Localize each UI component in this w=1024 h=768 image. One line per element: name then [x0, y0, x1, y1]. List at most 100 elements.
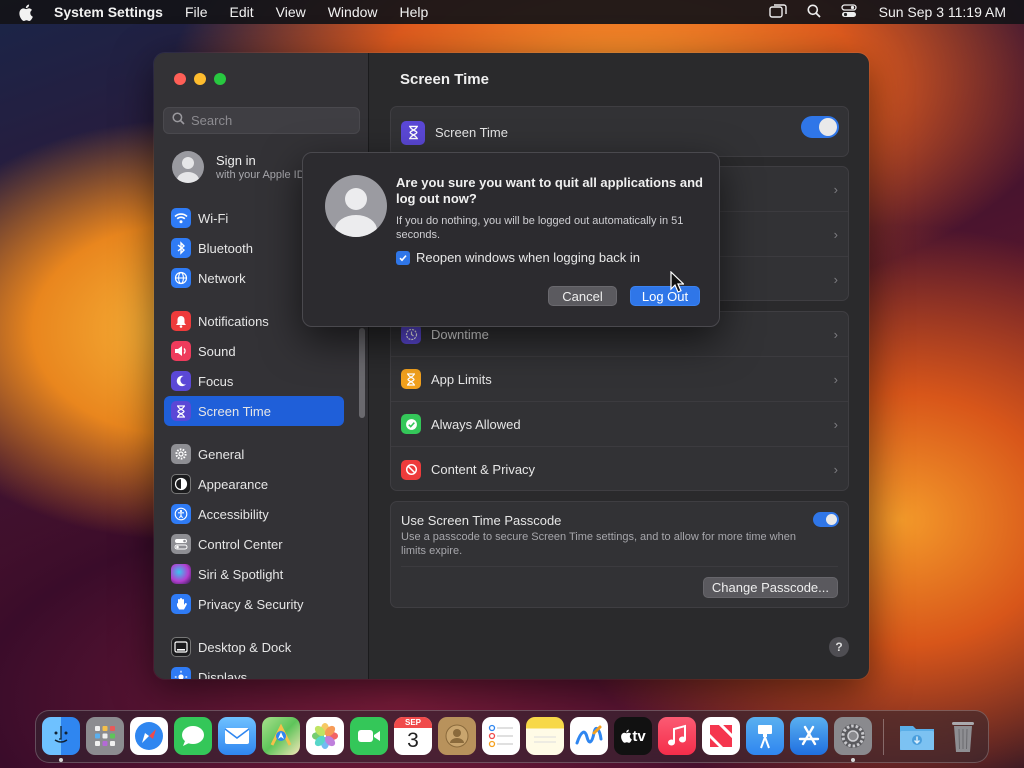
content-pane: Screen Time Screen Time › › › Downtime ›: [369, 53, 869, 679]
switches-icon: [171, 534, 191, 554]
sidebar-item-focus[interactable]: Focus: [164, 366, 344, 396]
app-store-app-icon[interactable]: [790, 717, 828, 755]
running-indicator: [851, 758, 855, 762]
sidebar-scrollbar[interactable]: [359, 328, 365, 418]
sidebar-item-privacy-security[interactable]: Privacy & Security: [164, 589, 344, 619]
sidebar-item-appearance[interactable]: Appearance: [164, 469, 344, 499]
sidebar-group-desktop: Desktop & Dock Displays: [164, 632, 344, 679]
passcode-toggle[interactable]: [813, 512, 839, 527]
photos-app-icon[interactable]: [306, 717, 344, 755]
keynote-app-icon[interactable]: [746, 717, 784, 755]
calendar-app-icon[interactable]: SEP 3: [394, 717, 432, 755]
screen-mirroring-icon[interactable]: [768, 3, 787, 21]
chevron-right-icon: ›: [833, 226, 838, 242]
sidebar-item-accessibility[interactable]: Accessibility: [164, 499, 344, 529]
reminders-app-icon[interactable]: [482, 717, 520, 755]
sidebar-item-screen-time[interactable]: Screen Time: [164, 396, 344, 426]
list-item-content-privacy[interactable]: Content & Privacy ›: [391, 447, 848, 490]
spotlight-search-icon[interactable]: [807, 4, 821, 21]
list-item-always-allowed[interactable]: Always Allowed ›: [391, 402, 848, 447]
system-settings-window: Sign in with your Apple ID Wi-Fi Bluetoo…: [154, 53, 869, 679]
sidebar-item-label: Desktop & Dock: [198, 639, 292, 655]
chevron-right-icon: ›: [833, 462, 838, 477]
list-item-label: App Limits: [431, 371, 492, 387]
globe-icon: [171, 268, 191, 288]
freeform-app-icon[interactable]: [570, 717, 608, 755]
screen-time-label: Screen Time: [435, 125, 508, 140]
messages-app-icon[interactable]: [174, 717, 212, 755]
help-menu[interactable]: Help: [400, 4, 429, 20]
dialog-title: Are you sure you want to quit all applic…: [396, 175, 703, 206]
edit-menu[interactable]: Edit: [230, 4, 254, 20]
contacts-app-icon[interactable]: [438, 717, 476, 755]
chevron-right-icon: ›: [833, 326, 838, 342]
sidebar-group-general: General Appearance Accessibility Control…: [164, 439, 344, 619]
menu-bar-clock[interactable]: Sun Sep 3 11:19 AM: [879, 4, 1006, 20]
screen-time-limits-card: Downtime › App Limits › Always Allowed ›: [390, 311, 849, 491]
sidebar-item-label: Network: [198, 270, 246, 286]
cancel-button[interactable]: Cancel: [548, 286, 617, 306]
menu-bar: System Settings File Edit View Window He…: [0, 0, 1024, 24]
change-passcode-button[interactable]: Change Passcode...: [702, 577, 838, 598]
launchpad-app-icon[interactable]: [86, 717, 124, 755]
sidebar-item-label: Wi-Fi: [198, 210, 229, 226]
calendar-day: 3: [407, 729, 419, 752]
maps-app-icon[interactable]: [262, 717, 300, 755]
list-item-app-limits[interactable]: App Limits ›: [391, 357, 848, 402]
safari-app-icon[interactable]: [130, 717, 168, 755]
tv-label: tv: [632, 727, 646, 745]
downtime-icon: [401, 324, 421, 344]
control-center-icon[interactable]: [840, 3, 857, 21]
downloads-folder-icon[interactable]: [898, 717, 936, 755]
sun-icon: [171, 667, 191, 679]
screen-time-toggle[interactable]: [801, 116, 839, 138]
reopen-windows-checkbox[interactable]: Reopen windows when logging back in: [396, 250, 640, 265]
sidebar-item-control-center[interactable]: Control Center: [164, 529, 344, 559]
log-out-button[interactable]: Log Out: [630, 286, 700, 306]
chevron-right-icon: ›: [833, 272, 838, 287]
close-window-button[interactable]: [174, 73, 186, 85]
sidebar-item-general[interactable]: General: [164, 439, 344, 469]
tv-app-icon[interactable]: tv: [614, 717, 652, 755]
news-app-icon[interactable]: [702, 717, 740, 755]
user-avatar-icon: [325, 175, 387, 237]
sidebar-item-label: Notifications: [198, 313, 269, 329]
dialog-message: If you do nothing, you will be logged ou…: [396, 215, 684, 241]
sidebar-item-desktop-dock[interactable]: Desktop & Dock: [164, 632, 344, 662]
sidebar-item-label: Privacy & Security: [198, 596, 304, 612]
sidebar-item-sound[interactable]: Sound: [164, 336, 344, 366]
siri-icon: [171, 564, 191, 584]
file-menu[interactable]: File: [185, 4, 208, 20]
notes-app-icon[interactable]: [526, 717, 564, 755]
music-app-icon[interactable]: [658, 717, 696, 755]
toggle-knob: [819, 118, 837, 136]
app-name-menu[interactable]: System Settings: [54, 4, 163, 20]
avatar: [172, 151, 204, 183]
apple-menu-icon[interactable]: [18, 0, 36, 24]
sidebar-item-siri-spotlight[interactable]: Siri & Spotlight: [164, 559, 344, 589]
minimize-window-button[interactable]: [194, 73, 206, 85]
moon-icon: [171, 371, 191, 391]
trash-icon[interactable]: [944, 717, 982, 755]
view-menu[interactable]: View: [276, 4, 306, 20]
checkbox-checked-icon[interactable]: [396, 250, 410, 265]
calendar-month: SEP: [394, 717, 432, 728]
mouse-pointer-icon: [670, 270, 685, 298]
divider: [401, 566, 838, 567]
accessibility-icon: [171, 504, 191, 524]
help-button[interactable]: ?: [829, 637, 849, 657]
passcode-description: Use a passcode to secure Screen Time set…: [401, 531, 796, 557]
checkmark-icon: [401, 414, 421, 434]
sidebar-item-displays[interactable]: Displays: [164, 662, 344, 679]
facetime-app-icon[interactable]: [350, 717, 388, 755]
zoom-window-button[interactable]: [214, 73, 226, 85]
apple-id-signin[interactable]: Sign in with your Apple ID: [172, 151, 305, 183]
sidebar-search[interactable]: [163, 107, 360, 134]
window-menu[interactable]: Window: [328, 4, 378, 20]
search-input[interactable]: [191, 113, 351, 128]
chevron-right-icon: ›: [833, 416, 838, 432]
mail-app-icon[interactable]: [218, 717, 256, 755]
page-title: Screen Time: [400, 71, 489, 88]
finder-app-icon[interactable]: [42, 717, 80, 755]
system-settings-app-icon[interactable]: [834, 717, 872, 755]
